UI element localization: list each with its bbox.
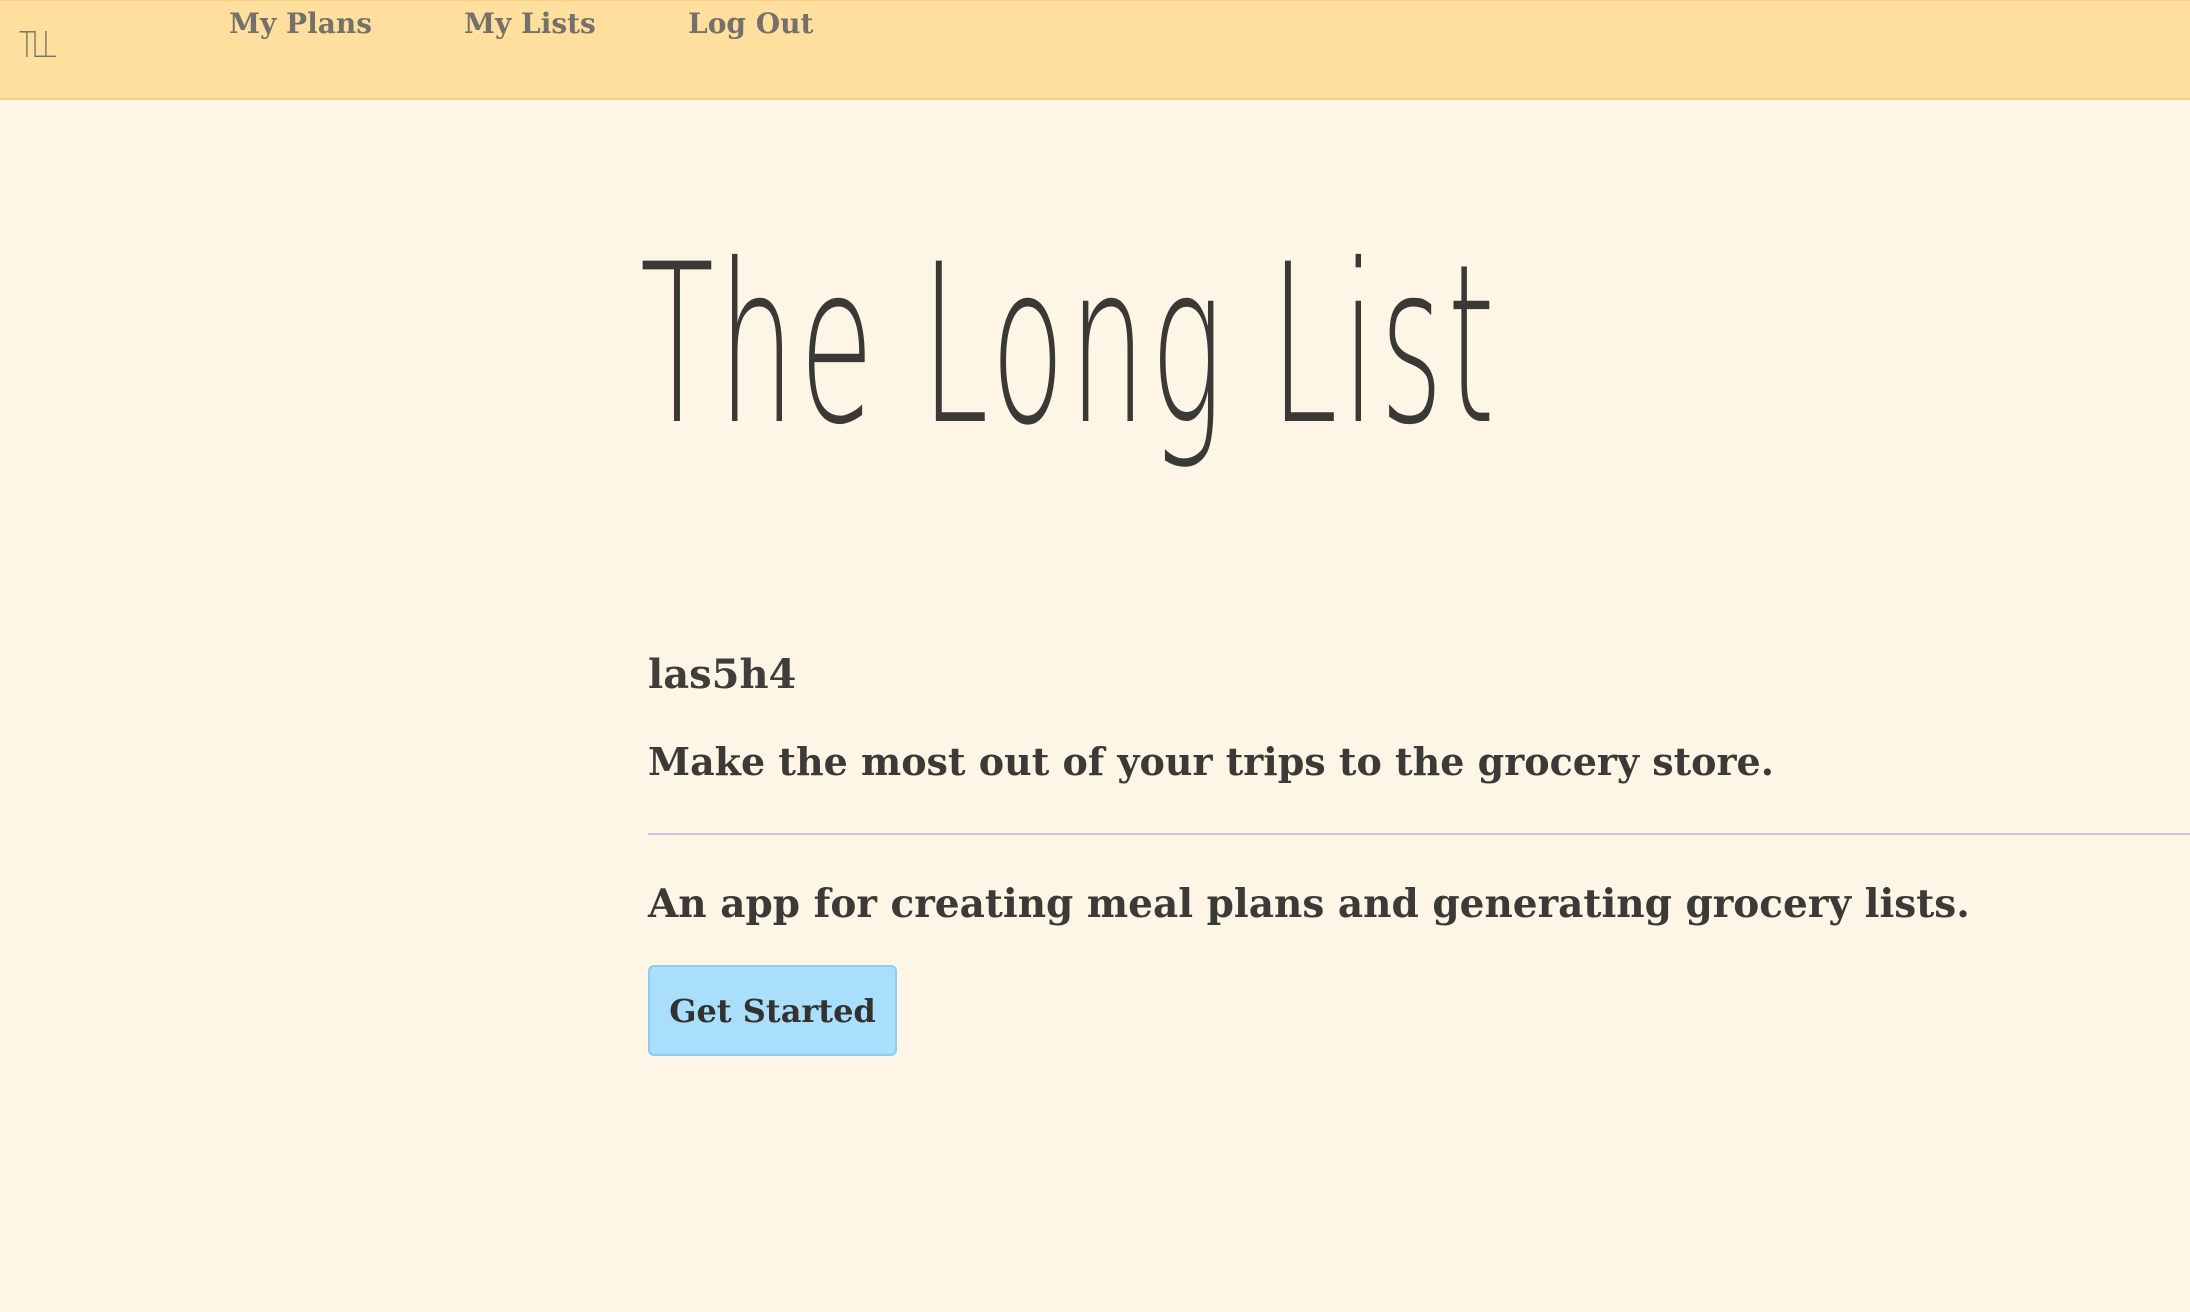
- tagline-text: Make the most out of your trips to the g…: [648, 739, 1774, 784]
- app-description: An app for creating meal plans and gener…: [648, 881, 1970, 927]
- nav-link-my-plans[interactable]: My Plans: [229, 7, 372, 40]
- nav-link-my-lists[interactable]: My Lists: [464, 7, 596, 40]
- nav-link-log-out[interactable]: Log Out: [688, 7, 813, 40]
- section-divider: [648, 833, 2190, 835]
- get-started-button[interactable]: Get Started: [648, 965, 897, 1056]
- page-title: The Long List: [640, 217, 1500, 473]
- brand-logo-link[interactable]: TLL: [19, 25, 57, 66]
- top-navbar: TLL My Plans My Lists Log Out: [0, 0, 2190, 100]
- username-label: las5h4: [648, 651, 797, 698]
